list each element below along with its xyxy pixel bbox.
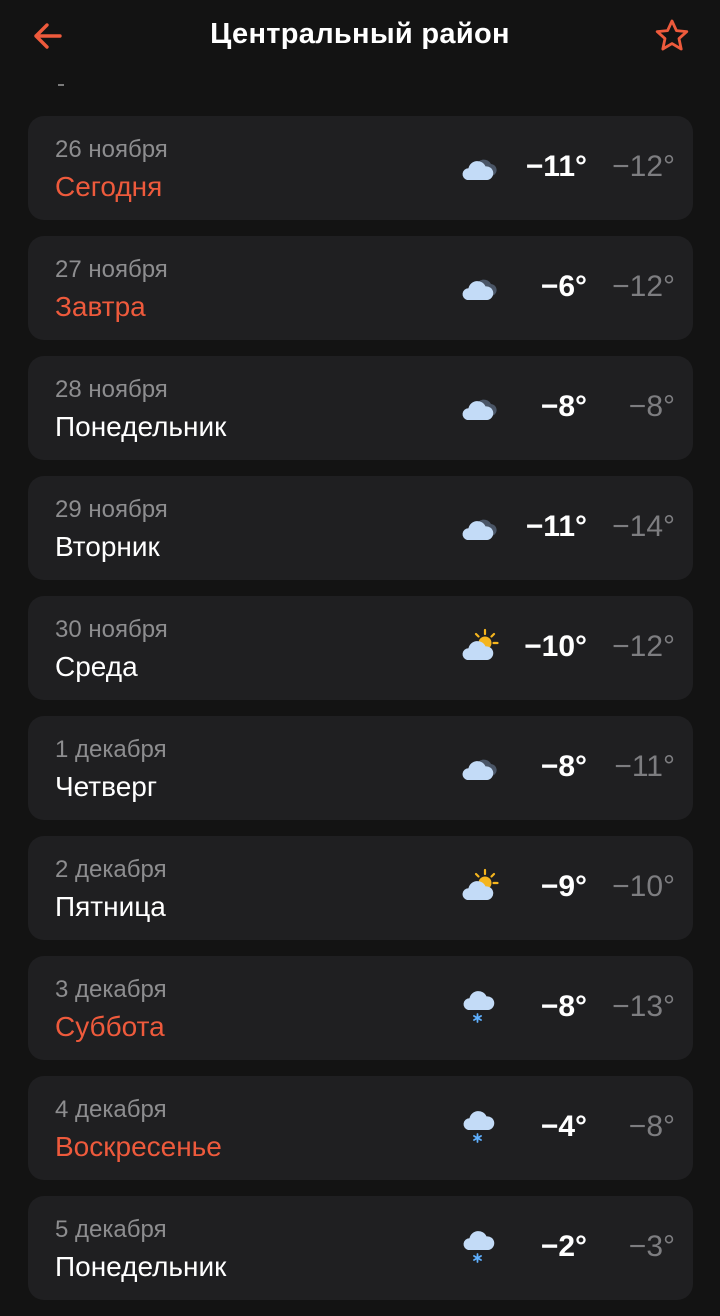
day-name: Воскресенье [55, 1131, 222, 1162]
day-temperature-max: −11° [525, 510, 587, 543]
day-date: 3 декабря [55, 976, 167, 1003]
day-temperature-max: −8° [540, 750, 587, 783]
partly-cloudy-icon [458, 626, 500, 668]
page-title: Центральный район [210, 18, 510, 50]
day-name: Суббота [55, 1011, 165, 1042]
day-name: Понедельник [55, 411, 227, 442]
day-name: Пятница [55, 891, 166, 922]
forecast-day-card[interactable]: 5 декабря Понедельник −2° −3° [28, 1196, 693, 1300]
forecast-day-card[interactable]: 30 ноября Среда −10° −12° [28, 596, 693, 700]
night-temperature-min: −3° [628, 1230, 675, 1263]
cloudy-icon [458, 386, 500, 428]
cloudy-icon [458, 146, 500, 188]
night-temperature-min: −12° [612, 270, 675, 303]
day-date: 27 ноября [55, 256, 168, 283]
day-name: Завтра [55, 291, 146, 322]
day-temperature-max: −4° [540, 1110, 587, 1143]
forecast-day-card[interactable]: 28 ноября Понедельник −8° −8° [28, 356, 693, 460]
day-temperature-max: −8° [540, 390, 587, 423]
night-temperature-min: −12° [612, 630, 675, 663]
day-temperature-max: −6° [540, 270, 587, 303]
forecast-day-card[interactable]: 26 ноября Сегодня −11° −12° [28, 116, 693, 220]
star-icon [655, 19, 689, 51]
snow-icon [458, 1226, 500, 1268]
day-temperature-max: −11° [525, 150, 587, 183]
snow-icon [458, 1106, 500, 1148]
day-temperature-max: −10° [524, 630, 587, 663]
day-name: Сегодня [55, 171, 163, 202]
night-temperature-min: −11° [614, 750, 675, 783]
day-name: Вторник [55, 531, 160, 562]
night-temperature-min: −8° [628, 1110, 675, 1143]
day-date: 28 ноября [55, 376, 168, 403]
night-temperature-min: −14° [612, 510, 675, 543]
day-date: 2 декабря [55, 856, 167, 883]
night-temperature-min: −12° [612, 150, 675, 183]
forecast-day-card[interactable]: 1 декабря Четверг −8° −11° [28, 716, 693, 820]
forecast-day-card[interactable]: 3 декабря Суббота −8° −13° [28, 956, 693, 1060]
app-header: Центральный район [0, 0, 720, 78]
day-name: Среда [55, 651, 138, 682]
night-temperature-min: −13° [612, 990, 675, 1023]
day-date: 4 декабря [55, 1096, 167, 1123]
day-date: 1 декабря [55, 736, 167, 763]
forecast-day-card[interactable]: 2 декабря Пятница −9° −10° [28, 836, 693, 940]
day-date: 30 ноября [55, 616, 168, 643]
day-temperature-max: −2° [540, 1230, 587, 1263]
night-temperature-min: −10° [612, 870, 675, 903]
day-date: 5 декабря [55, 1216, 167, 1243]
cloudy-icon [458, 746, 500, 788]
day-temperature-max: −9° [540, 870, 587, 903]
night-temperature-min: −8° [628, 390, 675, 423]
day-name: Понедельник [55, 1251, 227, 1282]
forecast-day-card[interactable]: 4 декабря Воскресенье −4° −8° [28, 1076, 693, 1180]
forecast-day-card[interactable]: 29 ноября Вторник −11° −14° [28, 476, 693, 580]
day-temperature-max: −8° [540, 990, 587, 1023]
day-date: 26 ноября [55, 136, 168, 163]
forecast-day-card[interactable]: 27 ноября Завтра −6° −12° [28, 236, 693, 340]
day-name: Четверг [55, 771, 158, 802]
cloudy-icon [458, 266, 500, 308]
favorite-button[interactable] [652, 16, 692, 56]
scroll-indicator [58, 84, 64, 86]
partly-cloudy-icon [458, 866, 500, 908]
cloudy-icon [458, 506, 500, 548]
forecast-list: 26 ноября Сегодня −11° −12° 27 ноября Завтра −… [28, 116, 693, 1316]
snow-icon [458, 986, 500, 1028]
day-date: 29 ноября [55, 496, 168, 523]
